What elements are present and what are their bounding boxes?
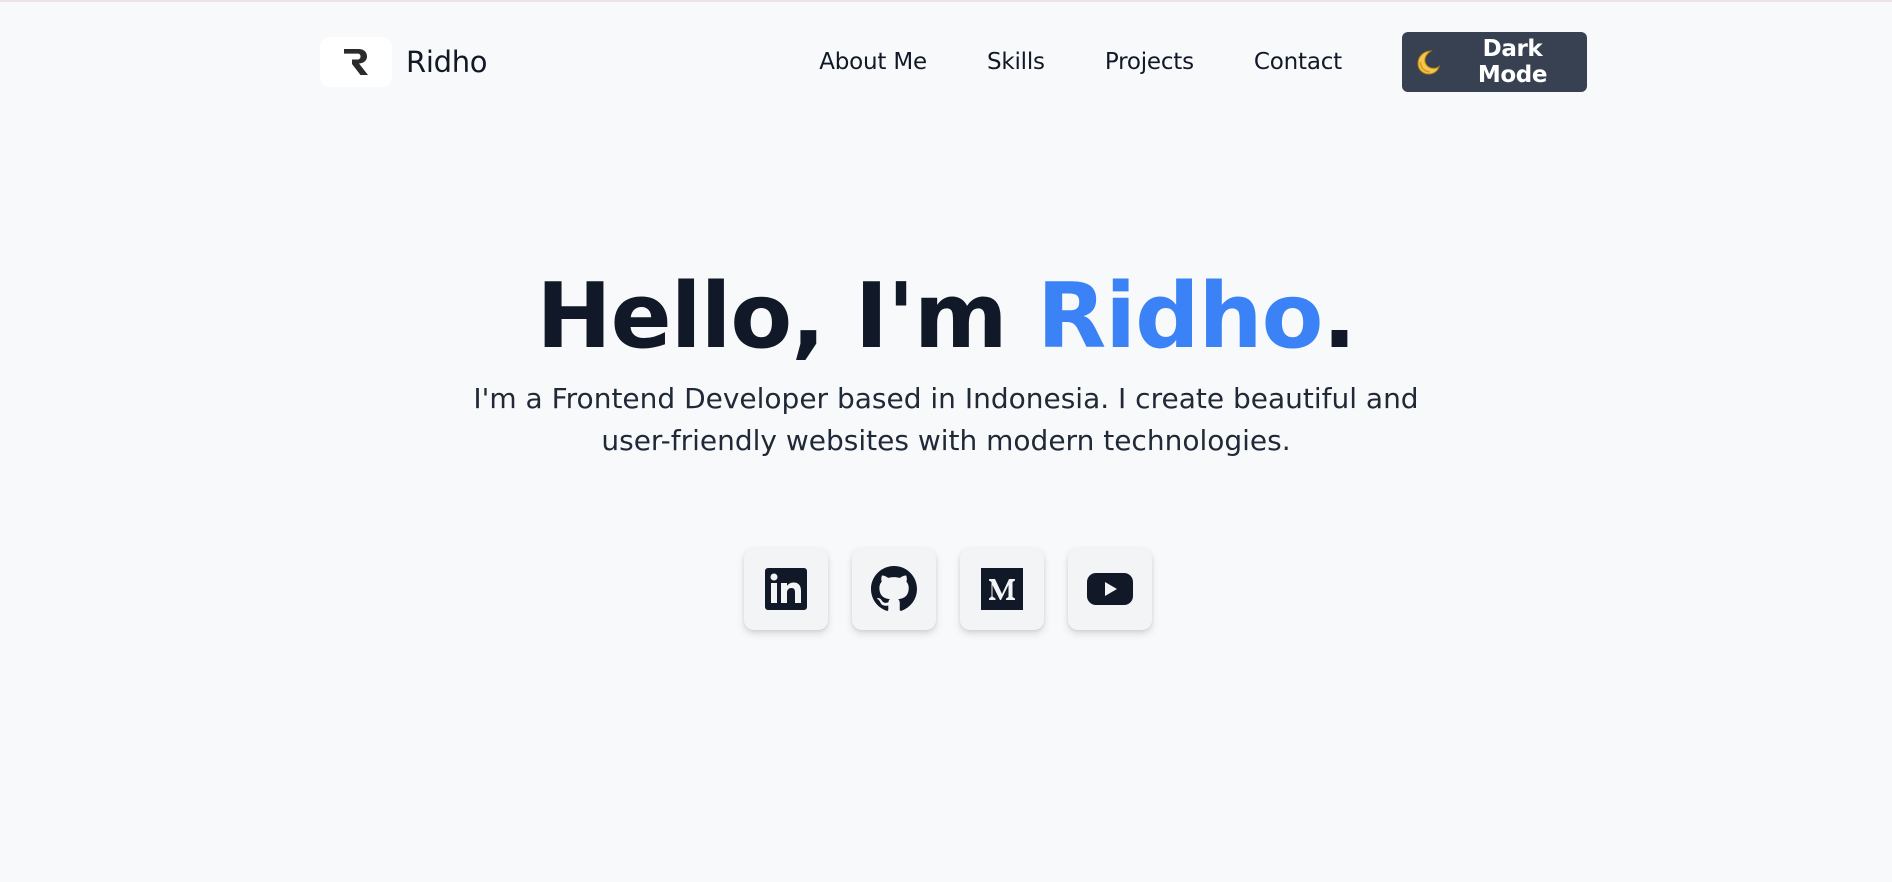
nav-link-skills[interactable]: Skills — [987, 49, 1045, 75]
hero-title-prefix: Hello, I'm — [536, 264, 1037, 369]
nav-link-contact[interactable]: Contact — [1254, 49, 1342, 75]
navbar: Ridho About Me Skills Projects Contact D… — [320, 30, 1587, 94]
nav-link-about-me[interactable]: About Me — [819, 49, 927, 75]
hero-title: Hello, I'm Ridho. — [0, 262, 1892, 372]
medium-button[interactable] — [960, 548, 1044, 630]
r-logo-icon — [320, 37, 392, 87]
medium-icon — [981, 568, 1023, 610]
moon-icon — [1414, 48, 1442, 76]
youtube-button[interactable] — [1068, 548, 1152, 630]
dark-mode-label: Dark Mode — [1477, 36, 1548, 88]
nav-links: About Me Skills Projects Contact — [819, 49, 1342, 75]
hero-title-suffix: . — [1322, 264, 1356, 369]
dark-mode-button[interactable]: Dark Mode — [1402, 32, 1587, 92]
brand-link[interactable]: Ridho — [320, 37, 488, 87]
hero-title-name: Ridho — [1036, 264, 1323, 369]
github-button[interactable] — [852, 548, 936, 630]
social-links — [744, 548, 1152, 630]
top-border — [0, 0, 1892, 2]
hero-subtitle: I'm a Frontend Developer based in Indone… — [473, 382, 1419, 457]
linkedin-icon — [765, 568, 807, 610]
linkedin-button[interactable] — [744, 548, 828, 630]
nav-link-projects[interactable]: Projects — [1105, 49, 1194, 75]
youtube-icon — [1087, 573, 1133, 605]
github-icon — [871, 566, 917, 612]
brand-name: Ridho — [406, 45, 488, 79]
nav-right: About Me Skills Projects Contact Dark Mo… — [819, 32, 1587, 92]
